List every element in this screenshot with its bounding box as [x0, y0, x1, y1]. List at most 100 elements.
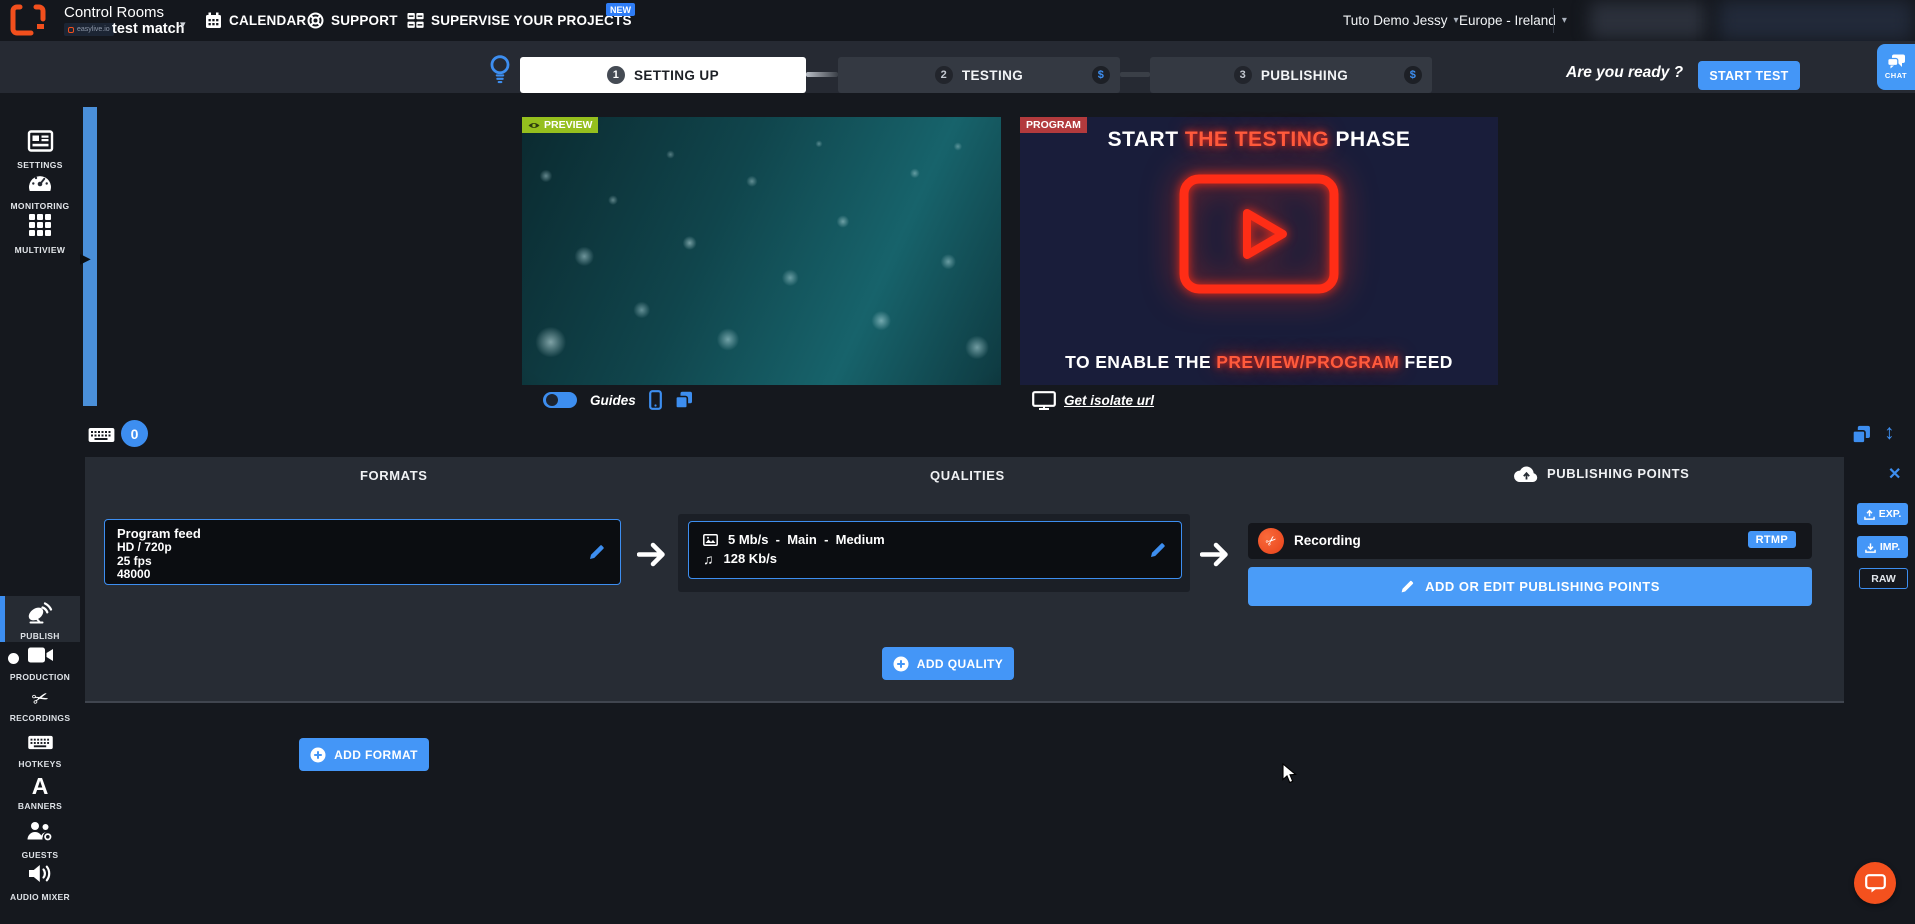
raw-button[interactable]: RAW	[1859, 568, 1908, 589]
copy-icon[interactable]	[675, 391, 693, 409]
scissors-icon: ✂	[29, 684, 52, 712]
plus-circle-icon	[310, 747, 326, 763]
publishing-points-header: PUBLISHING POINTS	[1513, 464, 1689, 483]
neon-play-icon	[1174, 170, 1344, 298]
hotkeys-keyboard-icon[interactable]	[88, 425, 115, 445]
chevron-down-icon: ▾	[1454, 15, 1459, 26]
sidebar-item-guests[interactable]: GUESTS	[0, 820, 80, 860]
program-message-line2: TO ENABLE THE PREVIEW/PROGRAM FEED	[1020, 352, 1498, 373]
sidebar-item-label: PRODUCTION	[0, 672, 80, 682]
step-number: 1	[607, 66, 625, 84]
nav-support[interactable]: SUPPORT	[307, 0, 398, 41]
user-menu[interactable]: Tuto Demo Jessy ▾	[1343, 0, 1459, 41]
step-publishing[interactable]: 3 PUBLISHING $	[1150, 57, 1432, 93]
guides-label: Guides	[590, 393, 636, 408]
msg-text: PHASE	[1329, 128, 1410, 151]
keyboard-icon	[27, 733, 54, 752]
user-menu-label: Tuto Demo Jessy	[1343, 13, 1448, 28]
nav-support-label: SUPPORT	[331, 13, 398, 28]
monitor-icon	[1032, 391, 1056, 410]
edit-pencil-icon[interactable]	[1149, 541, 1167, 559]
add-format-button[interactable]: ADD FORMAT	[299, 738, 429, 771]
sidebar-item-label: PUBLISH	[0, 631, 80, 641]
publishing-point-row[interactable]: ✂ Recording RTMP	[1248, 523, 1812, 559]
formats-header: FORMATS	[360, 468, 428, 483]
sidebar-item-monitoring[interactable]: MONITORING	[0, 170, 80, 211]
protocol-badge: RTMP	[1748, 531, 1796, 548]
get-isolate-url-link[interactable]: Get isolate url	[1064, 393, 1154, 408]
chevron-down-icon[interactable]: ▾	[180, 18, 186, 31]
nav-calendar[interactable]: CALENDAR	[205, 0, 306, 41]
guides-controls: Guides	[543, 390, 693, 410]
step-label: SETTING UP	[634, 68, 719, 83]
brand-logo-icon	[10, 4, 46, 36]
start-test-button[interactable]: START TEST	[1698, 61, 1800, 90]
edit-pencil-icon	[1400, 579, 1415, 594]
import-button[interactable]: IMP.	[1857, 536, 1908, 558]
quality-card[interactable]: 5 Mb/s - Main - Medium ♫ 128 Kb/s	[688, 521, 1182, 579]
step-number: 3	[1234, 66, 1252, 84]
sidebar-item-multiview[interactable]: MULTIVIEW	[0, 213, 80, 255]
export-button[interactable]: EXP.	[1857, 503, 1908, 525]
redacted-info	[1718, 0, 1913, 41]
add-edit-publishing-button[interactable]: ADD OR EDIT PUBLISHING POINTS	[1248, 567, 1812, 606]
preview-badge-label: PREVIEW	[544, 119, 592, 131]
add-quality-label: ADD QUALITY	[917, 657, 1003, 671]
speaker-icon	[27, 862, 53, 885]
isolate-url-row: Get isolate url	[1032, 390, 1154, 410]
sidebar-item-settings[interactable]: SETTINGS	[0, 130, 80, 170]
eye-icon	[528, 121, 540, 130]
download-icon	[1865, 542, 1876, 553]
sidebar-item-audio-mixer[interactable]: AUDIO MIXER	[0, 862, 80, 902]
quality-audio-row: ♫ 128 Kb/s	[703, 551, 777, 566]
edit-pencil-icon[interactable]	[588, 543, 606, 561]
sidebar-item-label: AUDIO MIXER	[0, 892, 80, 902]
sidebar-item-production[interactable]: PRODUCTION	[0, 645, 80, 682]
ready-text: Are you ready ?	[1566, 64, 1683, 82]
provider-logo-icon	[68, 27, 74, 33]
export-label: EXP.	[1879, 508, 1902, 520]
plus-circle-icon	[893, 656, 909, 672]
nav-supervise-projects[interactable]: SUPERVISE YOUR PROJECTS	[407, 0, 632, 41]
chat-fab-button[interactable]	[1854, 862, 1896, 904]
sidebar-item-hotkeys[interactable]: HOTKEYS	[0, 733, 80, 769]
step-setting-up[interactable]: 1 SETTING UP	[520, 57, 806, 93]
expand-arrow-icon[interactable]: ▶	[80, 250, 91, 267]
sidebar-item-publish[interactable]: PUBLISH	[0, 599, 80, 641]
add-quality-button[interactable]: ADD QUALITY	[882, 647, 1014, 680]
project-selector[interactable]: test match	[112, 21, 185, 37]
copy-icon[interactable]	[1852, 425, 1871, 444]
sidebar-item-recordings[interactable]: ✂ RECORDINGS	[0, 686, 80, 723]
chat-bubble-icon	[1865, 874, 1886, 893]
flow-arrow-icon	[637, 541, 668, 568]
topbar: Control Rooms easylive.io test match ▾ C…	[0, 0, 1915, 41]
multiview-grid-icon	[28, 213, 52, 237]
mobile-preview-icon[interactable]	[649, 390, 662, 410]
resize-vertical-icon[interactable]: ↕	[1884, 421, 1895, 445]
lightbulb-icon[interactable]	[487, 54, 513, 84]
sidebar-item-label: SETTINGS	[0, 160, 80, 170]
guides-toggle[interactable]	[543, 392, 577, 408]
close-icon[interactable]: ✕	[1888, 464, 1901, 484]
sidebar-item-label: BANNERS	[0, 801, 80, 811]
program-message-line1: START THE TESTING PHASE	[1020, 128, 1498, 152]
hotkey-count-badge: 0	[121, 420, 148, 447]
format-title: Program feed	[117, 526, 608, 541]
banner-a-icon: A	[32, 773, 49, 799]
quality-video-label: 5 Mb/s - Main - Medium	[728, 532, 885, 547]
msg-highlight: PREVIEW/PROGRAM	[1216, 352, 1399, 372]
chevron-down-icon: ▾	[1562, 15, 1567, 26]
step-testing[interactable]: 2 TESTING $	[838, 57, 1120, 93]
sidebar-item-label: MONITORING	[0, 201, 80, 211]
region-menu[interactable]: Europe - Ireland▾	[1459, 0, 1567, 41]
format-card[interactable]: Program feed HD / 720p 25 fps 48000	[104, 519, 621, 585]
recording-icon: ✂	[1258, 528, 1284, 554]
publishing-header-label: PUBLISHING POINTS	[1547, 466, 1689, 481]
chat-tab[interactable]: CHAT	[1877, 44, 1915, 90]
video-quality-icon	[703, 534, 718, 546]
divider	[1553, 8, 1554, 33]
sidebar-item-label: MULTIVIEW	[0, 245, 80, 255]
sidebar-item-banners[interactable]: A BANNERS	[0, 775, 80, 811]
publishing-point-name: Recording	[1294, 533, 1361, 548]
quality-audio-label: 128 Kb/s	[724, 551, 777, 566]
